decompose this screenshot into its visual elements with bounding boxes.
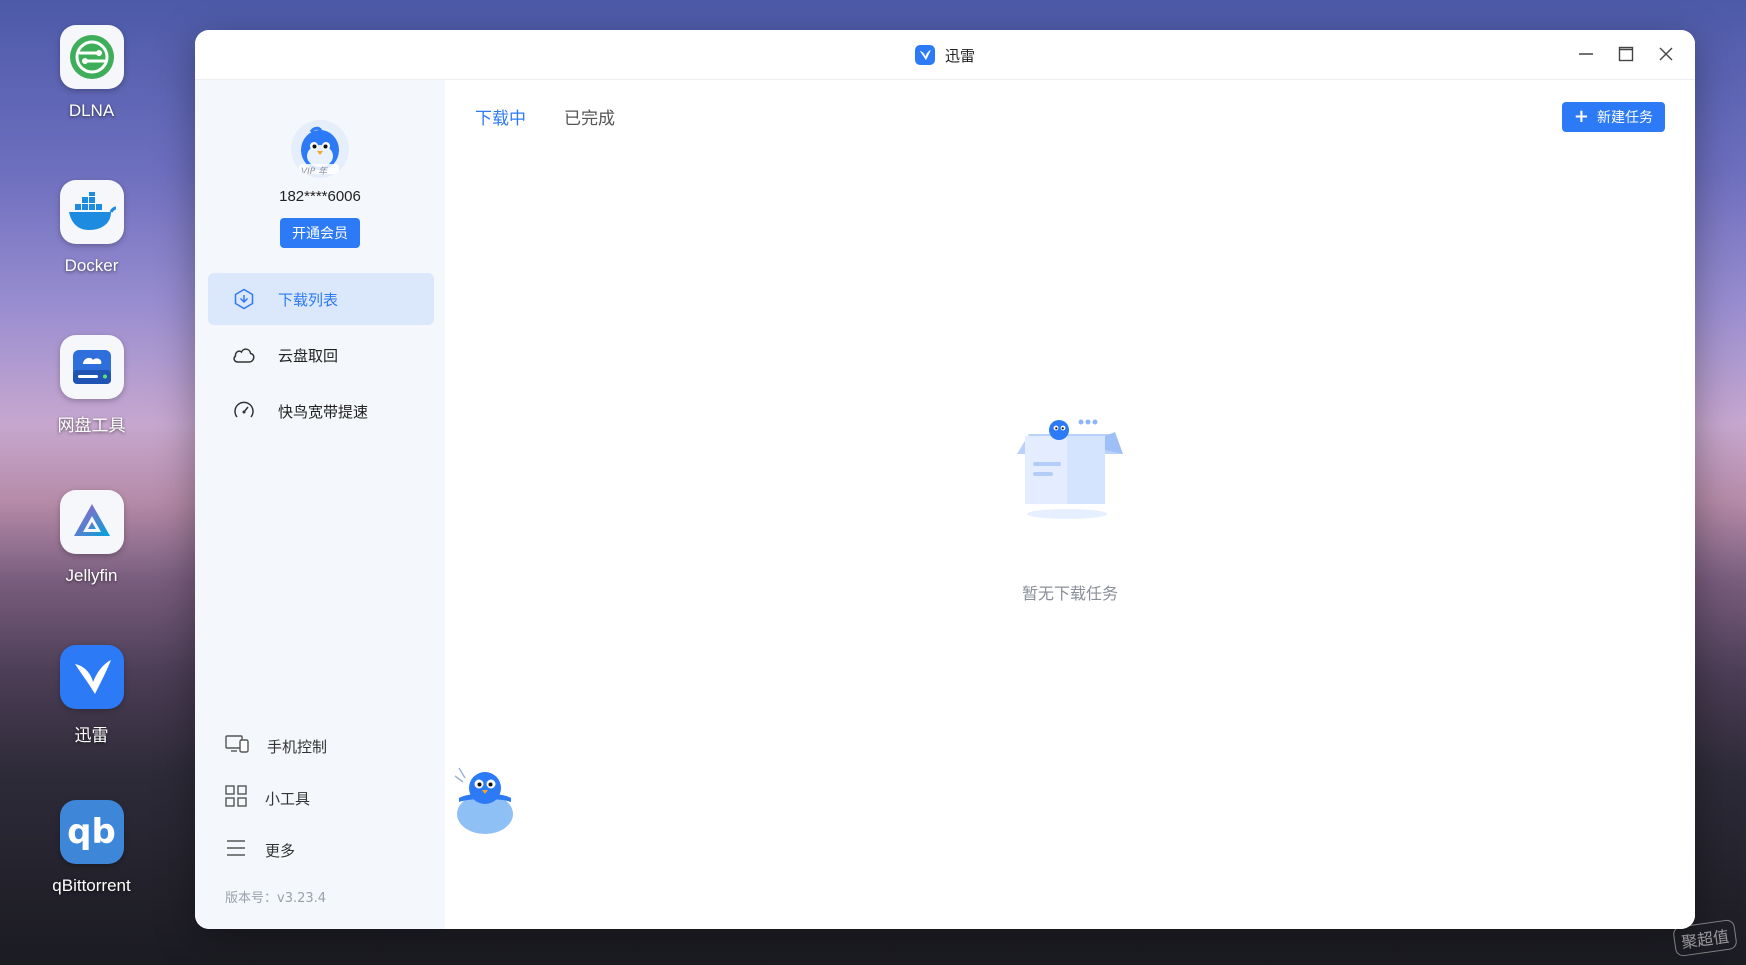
desktop-app-label: DLNA: [68, 101, 115, 120]
sidebar-bottom-nav: 手机控制 小工具 更多: [225, 720, 327, 876]
avatar-vip-badge: VIP 年: [301, 167, 328, 177]
sidebar-item-label: 小工具: [265, 789, 311, 808]
speedometer-icon: [232, 399, 256, 423]
thunder-logo-icon: [914, 45, 935, 65]
sidebar-item-speedup[interactable]: 快鸟宽带提速: [208, 385, 434, 437]
desktop-app-qbittorrent[interactable]: qb qBittorrent: [0, 800, 183, 896]
thunder-window: 迅雷 VIP 年 182****6006 开通会员 下载列表 云盘取回 快鸟宽带…: [195, 30, 1695, 929]
desktop-app-label: 迅雷: [74, 726, 109, 745]
window-title: 迅雷: [944, 46, 975, 65]
plus-icon: +: [1573, 106, 1589, 127]
sidebar-item-label: 快鸟宽带提速: [278, 402, 369, 421]
maximize-button[interactable]: [1617, 42, 1635, 66]
jellyfin-icon: [59, 490, 124, 554]
sidebar-item-tools[interactable]: 小工具: [225, 772, 327, 824]
empty-box-illustration: [1017, 419, 1123, 519]
cloud-icon: [232, 343, 256, 367]
mascot-bird-icon[interactable]: [453, 758, 517, 834]
menu-icon: [225, 837, 247, 863]
sidebar-item-download-list[interactable]: 下载列表: [208, 273, 434, 325]
close-icon: [1659, 47, 1673, 61]
docker-icon: [59, 180, 124, 244]
download-tabs: 下载中 已完成: [475, 104, 615, 135]
download-icon: [232, 287, 256, 311]
sidebar-item-label: 手机控制: [267, 737, 328, 756]
desktop-app-docker[interactable]: Docker: [0, 180, 183, 276]
sidebar-nav: 下载列表 云盘取回 快鸟宽带提速: [208, 273, 434, 441]
desktop-app-thunder[interactable]: 迅雷: [0, 645, 183, 746]
new-task-button[interactable]: + 新建任务: [1561, 102, 1665, 132]
open-vip-button[interactable]: 开通会员: [280, 218, 360, 248]
minimize-icon: [1579, 53, 1593, 55]
title-bar[interactable]: 迅雷: [195, 30, 1695, 80]
sidebar-item-phone-control[interactable]: 手机控制: [225, 720, 327, 772]
new-task-label: 新建任务: [1597, 110, 1653, 126]
desktop-app-label: 网盘工具: [57, 416, 126, 435]
grid-icon: [225, 785, 247, 811]
minimize-button[interactable]: [1577, 42, 1595, 66]
close-button[interactable]: [1657, 42, 1675, 66]
desktop-dock: DLNA Docker 网盘工具 Jellyfin 迅雷 qb qBittorr…: [0, 0, 195, 965]
sidebar-item-label: 更多: [265, 841, 296, 860]
maximize-icon: [1618, 46, 1634, 62]
dlna-icon: [59, 25, 124, 89]
main-content: 下载中 已完成 + 新建任务 暂无下载任务: [445, 80, 1695, 929]
qbittorrent-icon: qb: [59, 800, 124, 864]
user-phone: 182****6006: [279, 188, 361, 205]
tab-completed[interactable]: 已完成: [564, 104, 615, 135]
avatar[interactable]: VIP 年: [291, 120, 349, 178]
desktop-app-dlna[interactable]: DLNA: [0, 25, 183, 121]
devices-icon: [225, 734, 249, 758]
desktop-app-label: qBittorrent: [52, 876, 131, 895]
desktop-app-label: Docker: [64, 256, 119, 275]
sidebar-item-cloud-retrieve[interactable]: 云盘取回: [208, 329, 434, 381]
desktop-app-cloud-drive[interactable]: 网盘工具: [0, 335, 183, 436]
tab-downloading[interactable]: 下载中: [475, 104, 526, 135]
sidebar: VIP 年 182****6006 开通会员 下载列表 云盘取回 快鸟宽带提速 …: [195, 80, 445, 929]
sidebar-item-label: 下载列表: [278, 290, 339, 309]
sidebar-item-more[interactable]: 更多: [225, 824, 327, 876]
empty-state-text: 暂无下载任务: [1021, 584, 1118, 603]
sidebar-item-label: 云盘取回: [278, 346, 339, 365]
desktop-app-label: Jellyfin: [65, 566, 118, 585]
thunder-icon: [59, 645, 124, 709]
version-label: 版本号：v3.23.4: [225, 891, 327, 906]
desktop-app-jellyfin[interactable]: Jellyfin: [0, 490, 183, 586]
cloud-drive-icon: [59, 335, 124, 399]
